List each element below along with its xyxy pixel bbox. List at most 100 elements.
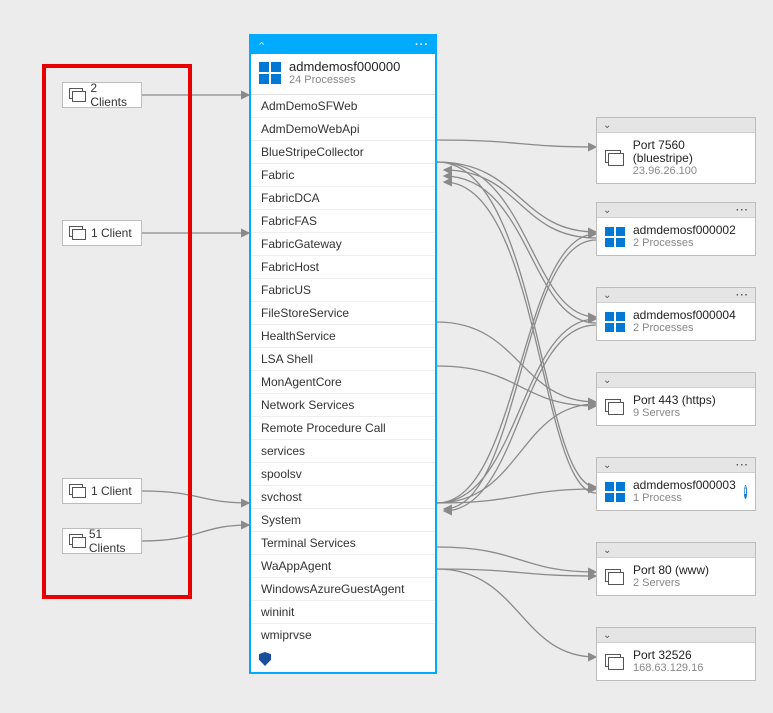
info-icon[interactable]: i [744,485,747,499]
process-row[interactable]: System [251,509,435,532]
process-row[interactable]: wmiprvse [251,624,435,646]
process-row[interactable]: MonAgentCore [251,371,435,394]
card-subtitle: 1 Process [633,492,736,504]
servers-icon [605,569,625,585]
client-box-2[interactable]: 1 Client [62,478,142,504]
focus-card-header[interactable]: ⌄ ··· [251,36,435,54]
focus-machine-sub: 24 Processes [289,74,400,86]
card-title: Port 80 (www) [633,564,709,577]
port-card[interactable]: ⌄ Port 443 (https)9 Servers [596,372,756,426]
process-row[interactable]: WindowsAzureGuestAgent [251,578,435,601]
servers-icon [605,399,625,415]
process-row[interactable]: FabricDCA [251,187,435,210]
focus-machine-card[interactable]: ⌄ ··· admdemosf000000 24 Processes AdmDe… [249,34,437,674]
card-subtitle: 23.96.26.100 [633,165,747,177]
client-count-label: 51 Clients [89,527,135,555]
client-count-label: 2 Clients [90,81,135,109]
focus-card-title-row: admdemosf000000 24 Processes [251,54,435,94]
windows-icon [605,312,625,332]
windows-icon [605,482,625,502]
chevron-down-icon[interactable]: ⌄ [603,205,611,216]
more-icon[interactable]: ··· [736,205,749,216]
card-header[interactable]: ⌄ [597,628,755,643]
focus-machine-name: admdemosf000000 [289,60,400,74]
client-box-0[interactable]: 2 Clients [62,82,142,108]
card-title: admdemosf000004 [633,309,736,322]
process-row[interactable]: FabricGateway [251,233,435,256]
process-row[interactable]: services [251,440,435,463]
chevron-down-icon[interactable]: ⌄ [603,460,611,471]
card-subtitle: 2 Servers [633,577,709,589]
chevron-up-icon[interactable]: ⌄ [257,39,266,52]
port-card[interactable]: ⌄ Port 80 (www)2 Servers [596,542,756,596]
chevron-down-icon[interactable]: ⌄ [603,545,611,556]
clients-icon [69,484,85,498]
machine-card[interactable]: ⌄···admdemosf0000022 Processes [596,202,756,256]
process-row[interactable]: Terminal Services [251,532,435,555]
card-subtitle: 168.63.129.16 [633,662,703,674]
more-icon[interactable]: ··· [736,290,749,301]
process-row[interactable]: wininit [251,601,435,624]
card-title: Port 7560 (bluestripe) [633,139,747,165]
process-row[interactable]: BlueStripeCollector [251,141,435,164]
card-body: admdemosf0000042 Processes [597,303,755,340]
card-body: Port 7560 (bluestripe)23.96.26.100 [597,133,755,183]
port-card[interactable]: ⌄ Port 32526168.63.129.16 [596,627,756,681]
process-row[interactable]: FabricUS [251,279,435,302]
clients-icon [69,226,85,240]
client-box-3[interactable]: 51 Clients [62,528,142,554]
clients-icon [69,534,83,548]
card-title: admdemosf000002 [633,224,736,237]
process-row[interactable]: AdmDemoWebApi [251,118,435,141]
servers-icon [605,654,625,670]
windows-icon [605,227,625,247]
chevron-down-icon[interactable]: ⌄ [603,630,611,641]
more-icon[interactable]: ··· [736,460,749,471]
card-header[interactable]: ⌄ [597,543,755,558]
card-subtitle: 2 Processes [633,322,736,334]
process-row[interactable]: AdmDemoSFWeb [251,95,435,118]
process-row[interactable]: svchost [251,486,435,509]
card-header[interactable]: ⌄ ··· [597,288,755,303]
machine-card[interactable]: ⌄ ···admdemosf0000031 Process i [596,457,756,511]
windows-icon [259,62,281,84]
process-row[interactable]: Fabric [251,164,435,187]
chevron-down-icon[interactable]: ⌄ [603,290,611,301]
more-icon[interactable]: ··· [415,39,429,51]
process-row[interactable]: Network Services [251,394,435,417]
process-row[interactable]: spoolsv [251,463,435,486]
client-box-1[interactable]: 1 Client [62,220,142,246]
client-count-label: 1 Client [91,484,132,498]
card-header[interactable]: ⌄ [597,118,755,133]
card-body: Port 443 (https)9 Servers [597,388,755,425]
focus-card-footer [251,646,435,672]
process-row[interactable]: LSA Shell [251,348,435,371]
process-row[interactable]: HealthService [251,325,435,348]
servers-icon [605,150,625,166]
card-body: admdemosf0000031 Process i [597,473,755,510]
card-subtitle: 9 Servers [633,407,716,419]
card-title: admdemosf000003 [633,479,736,492]
process-list: AdmDemoSFWebAdmDemoWebApiBlueStripeColle… [251,94,435,646]
chevron-down-icon[interactable]: ⌄ [603,375,611,386]
card-body: Port 32526168.63.129.16 [597,643,755,680]
process-row[interactable]: FileStoreService [251,302,435,325]
card-title: Port 32526 [633,649,703,662]
card-header[interactable]: ⌄ [597,373,755,388]
shield-icon [259,652,271,666]
process-row[interactable]: WaAppAgent [251,555,435,578]
process-row[interactable]: Remote Procedure Call [251,417,435,440]
chevron-down-icon[interactable]: ⌄ [603,120,611,131]
clients-icon [69,88,84,102]
card-subtitle: 2 Processes [633,237,736,249]
process-row[interactable]: FabricHost [251,256,435,279]
process-row[interactable]: FabricFAS [251,210,435,233]
machine-card[interactable]: ⌄···admdemosf0000042 Processes [596,287,756,341]
port-card[interactable]: ⌄ Port 7560 (bluestripe)23.96.26.100 [596,117,756,184]
card-header[interactable]: ⌄ ··· [597,458,755,473]
card-body: admdemosf0000022 Processes [597,218,755,255]
card-title: Port 443 (https) [633,394,716,407]
card-header[interactable]: ⌄ ··· [597,203,755,218]
highlight-box [42,64,192,599]
client-count-label: 1 Client [91,226,132,240]
